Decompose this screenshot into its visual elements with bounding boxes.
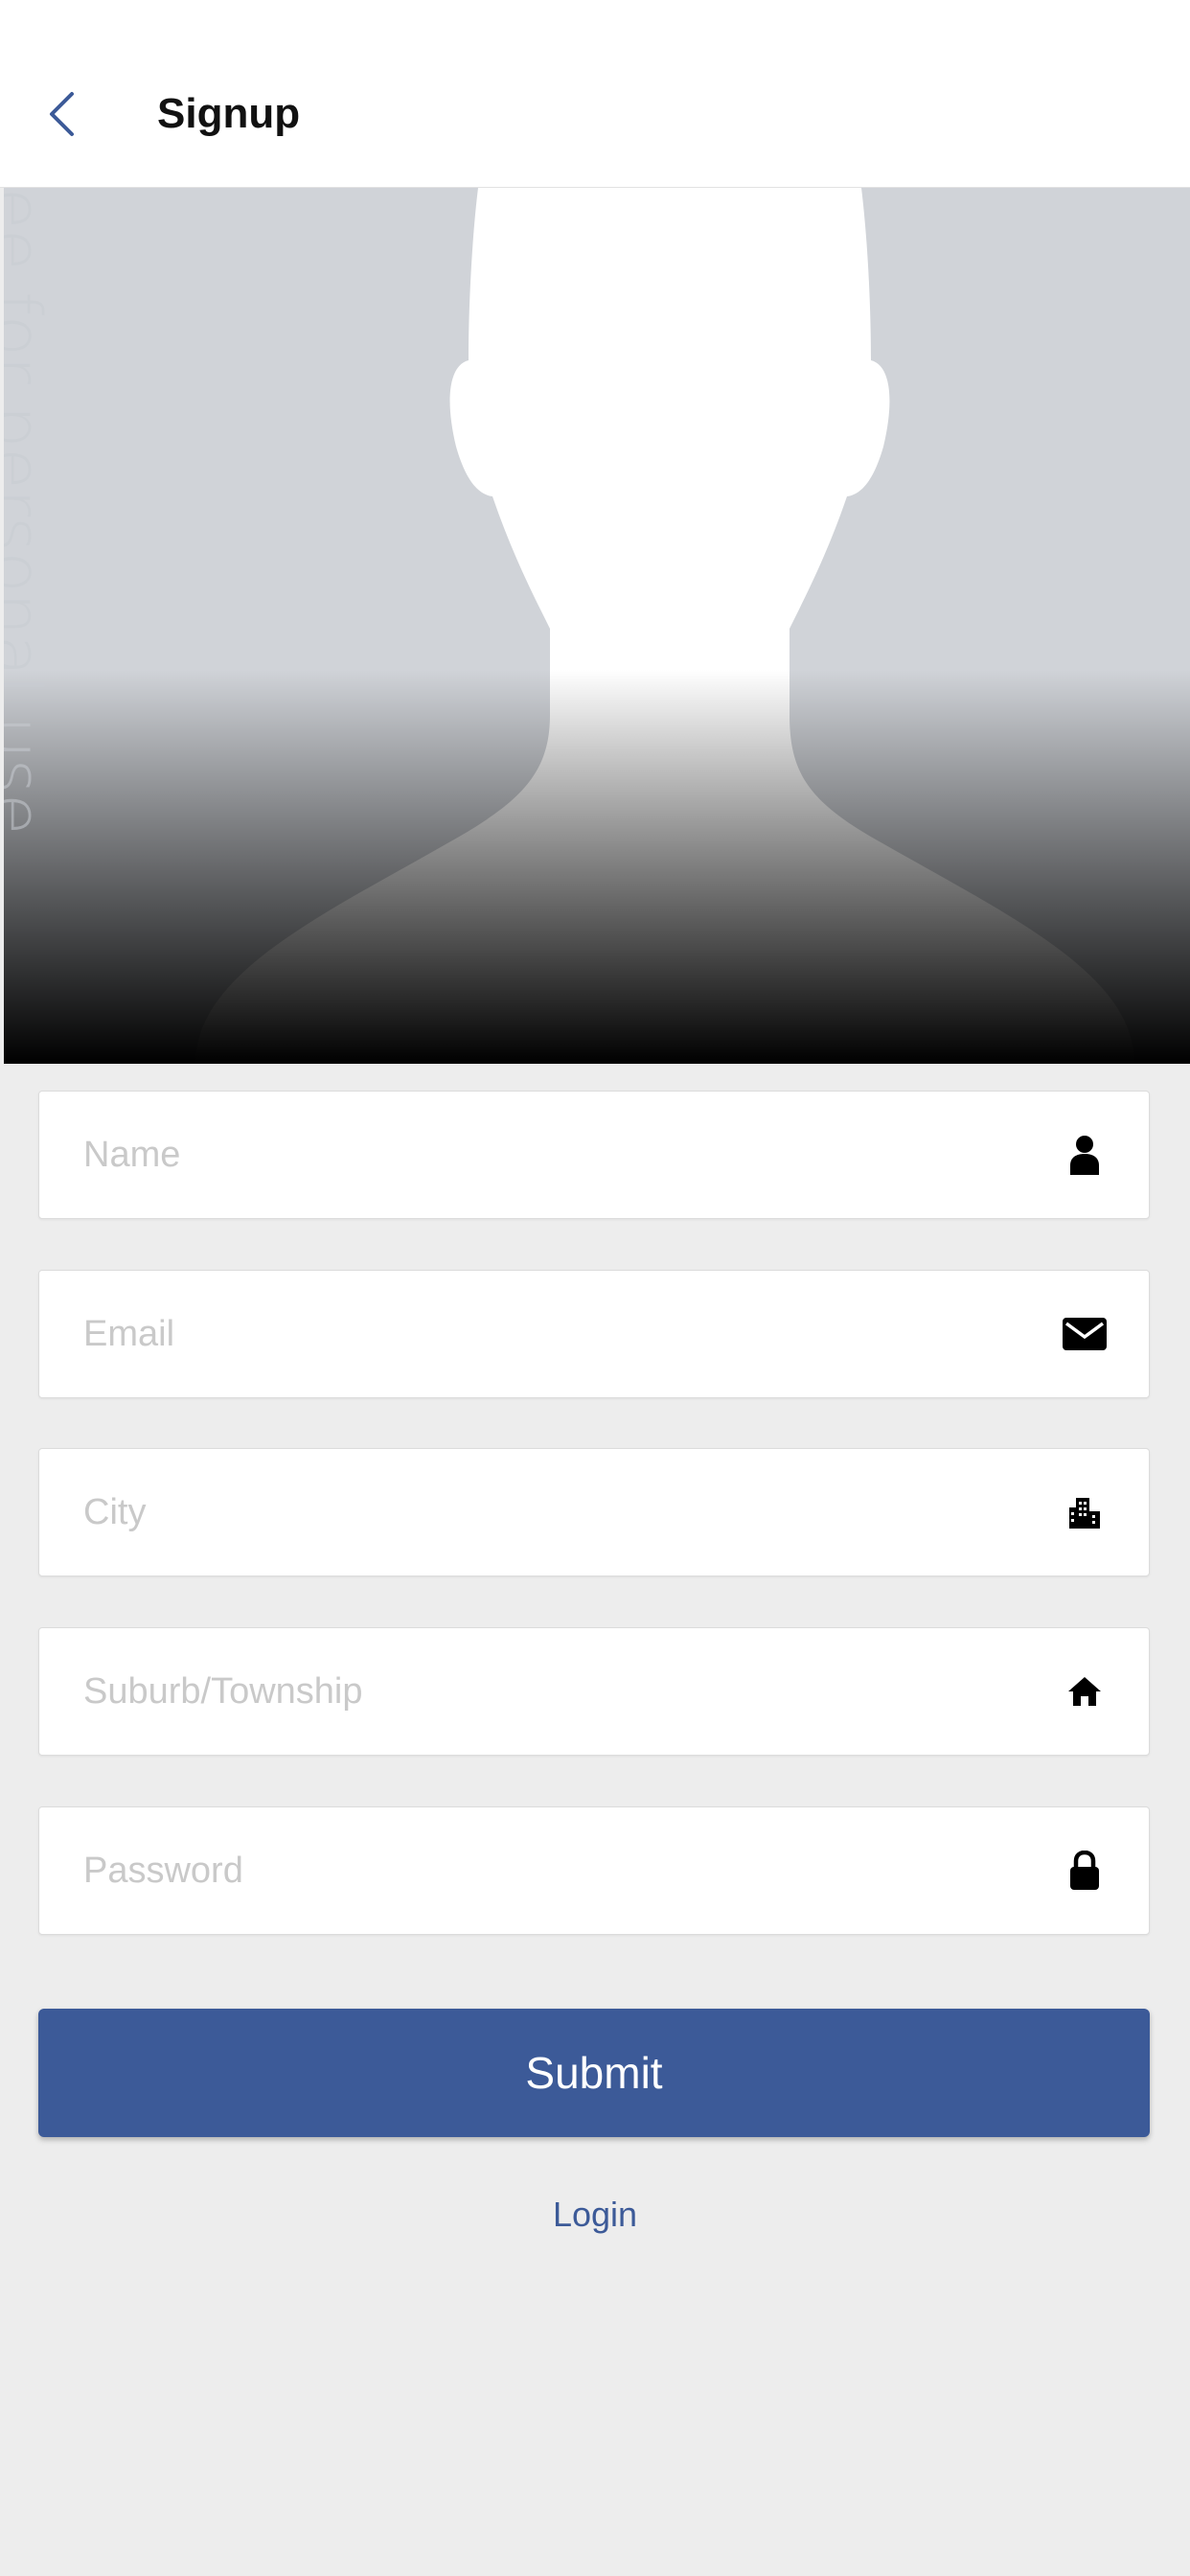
lock-icon (1061, 1847, 1109, 1895)
back-button[interactable] (40, 88, 82, 140)
suburb-field[interactable] (38, 1627, 1150, 1756)
password-field[interactable] (38, 1806, 1150, 1935)
city-input[interactable] (39, 1449, 1061, 1576)
profile-photo-placeholder[interactable]: ee for personal use (4, 188, 1190, 1064)
name-input[interactable] (39, 1092, 1061, 1218)
email-field[interactable] (38, 1270, 1150, 1398)
page-title: Signup (157, 90, 301, 137)
top-app-bar: Signup (0, 0, 1190, 188)
suburb-input[interactable] (39, 1628, 1061, 1755)
city-icon (1061, 1488, 1109, 1536)
email-input[interactable] (39, 1271, 1061, 1397)
submit-button[interactable]: Submit (38, 2009, 1150, 2137)
login-link[interactable]: Login (0, 2195, 1190, 2235)
name-field[interactable] (38, 1091, 1150, 1219)
chevron-left-icon (50, 92, 74, 136)
avatar-silhouette (4, 188, 1190, 1064)
city-field[interactable] (38, 1448, 1150, 1576)
envelope-icon (1061, 1310, 1109, 1358)
user-icon (1061, 1131, 1109, 1179)
password-input[interactable] (39, 1807, 1061, 1934)
home-icon (1061, 1668, 1109, 1715)
